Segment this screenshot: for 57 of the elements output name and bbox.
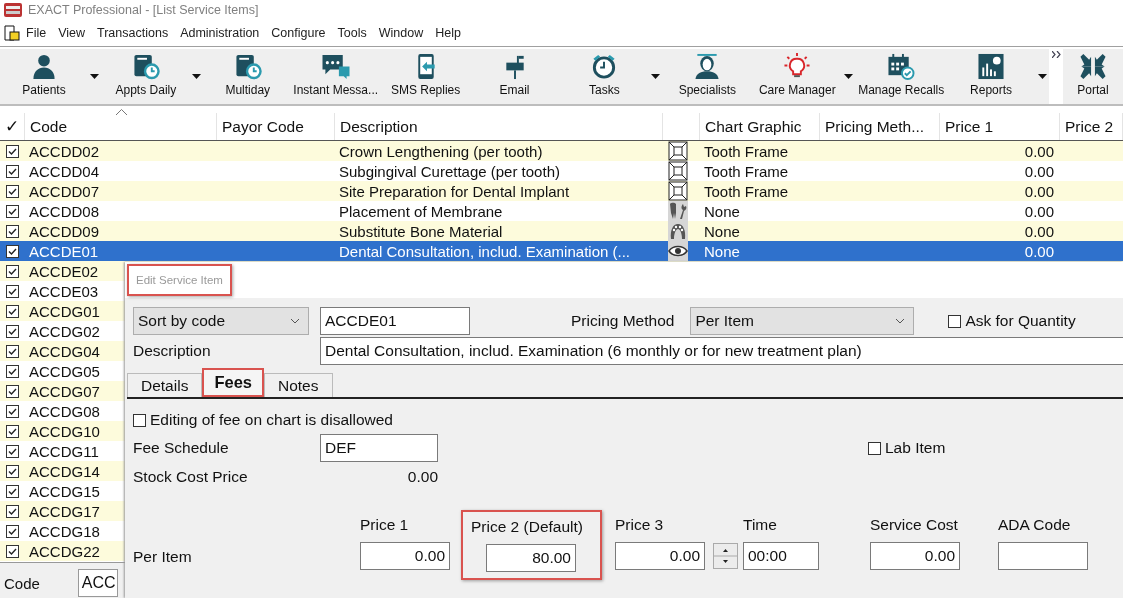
table-cell: ACCDG17 [29, 502, 100, 520]
stock-cost-value: 0.00 [407, 468, 438, 486]
table-cell: 0.00 [1024, 162, 1054, 180]
table-cell: Subgingival Curettage (per tooth) [339, 162, 560, 180]
table-cell: ACCDG05 [29, 362, 100, 380]
field-label: Stock Cost Price [133, 468, 249, 486]
field-label: Price 1 [360, 516, 409, 534]
table-cell: Substitute Bone Material [339, 222, 503, 240]
checkbox-label: Editing of fee on chart is disallowed [150, 411, 393, 429]
window-title: EXACT Professional - [List Service Items] [28, 2, 259, 17]
field-label: ADA Code [998, 516, 1071, 534]
dialog-title: Edit Service Item [127, 264, 232, 296]
table-cell: ACCDD04 [29, 162, 100, 180]
checkbox-label: Lab Item [885, 439, 946, 457]
table-cell: 0.00 [1024, 222, 1054, 240]
table-cell: None [704, 222, 740, 240]
field-label: Fee Schedule [133, 439, 230, 457]
table-cell: Placement of Membrane [339, 202, 503, 220]
field-label: Price 2 (Default) [471, 518, 583, 536]
table-cell: 0.00 [1024, 182, 1054, 200]
table-cell: Tooth Frame [704, 182, 789, 200]
table-cell: ACCDE03 [29, 282, 99, 300]
table-cell: ACCDG14 [29, 462, 100, 480]
checkbox-label: Ask for Quantity [965, 312, 1076, 330]
table-cell: ACCDG10 [29, 422, 100, 440]
field-label: Pricing Method [571, 312, 675, 330]
table-cell: ACCDG07 [29, 382, 100, 400]
table-cell: 0.00 [1024, 142, 1054, 160]
table-cell: None [704, 202, 740, 220]
table-cell: ACCDG11 [29, 442, 99, 460]
field-label: Per Item [133, 548, 193, 567]
table-cell: Tooth Frame [704, 142, 789, 160]
field-label: Service Cost [870, 516, 958, 534]
table-cell: None [704, 242, 740, 260]
table-cell: ACCDG02 [29, 322, 100, 340]
table-cell: ACCDE01 [29, 242, 99, 260]
table-cell: ACCDG18 [29, 522, 100, 540]
table-cell: ACCDG01 [29, 302, 100, 320]
table-cell: ACCDG08 [29, 402, 100, 420]
table-cell: ACCDE02 [29, 262, 99, 280]
table-cell: ACCDD02 [29, 142, 100, 160]
table-cell: ACCDG15 [29, 482, 100, 500]
table-cell: ACCDG04 [29, 342, 100, 360]
field-label: Description [133, 342, 212, 360]
table-cell: Tooth Frame [704, 162, 789, 180]
table-cell: Crown Lengthening (per tooth) [339, 142, 543, 160]
field-label: Code [4, 574, 40, 592]
table-cell: Site Preparation for Dental Implant [339, 182, 570, 200]
table-cell: ACCDG22 [29, 542, 100, 560]
table-cell: 0.00 [1024, 242, 1054, 260]
table-cell: ACCDD09 [29, 222, 100, 240]
field-label: Time [743, 516, 777, 534]
table-cell: Dental Consultation, includ. Examination (... [339, 242, 630, 260]
table-cell: ACCDD08 [29, 202, 100, 220]
table-cell: ACCDD07 [29, 182, 100, 200]
field-label: Price 3 [615, 516, 664, 534]
table-cell: 0.00 [1024, 202, 1054, 220]
